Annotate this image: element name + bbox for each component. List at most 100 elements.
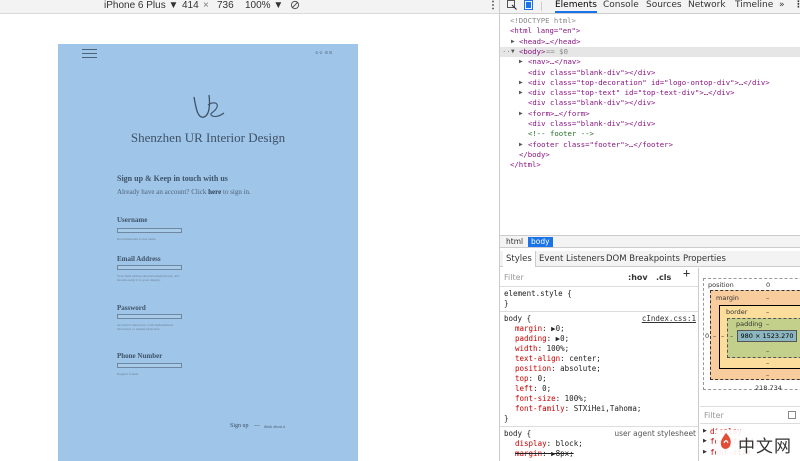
border-left-value[interactable]: –: [721, 332, 724, 340]
dom-node[interactable]: </body>: [500, 150, 800, 160]
style-property[interactable]: padding: ▶0;: [515, 334, 569, 344]
inspect-element-icon[interactable]: [507, 0, 517, 13]
style-property[interactable]: top: 0;: [515, 374, 547, 384]
expand-triangle-icon[interactable]: ▶: [519, 109, 523, 119]
dom-node[interactable]: ▶ <nav>…</nav>: [500, 57, 800, 67]
margin-value[interactable]: –: [766, 294, 769, 302]
dom-node[interactable]: <div class="blank-div"></div>: [500, 119, 800, 129]
style-property[interactable]: text-align: center;: [515, 354, 601, 364]
style-property[interactable]: margin: ▶0;: [515, 324, 565, 334]
device-select[interactable]: iPhone 6 Plus ▼: [104, 0, 178, 11]
box-model-content[interactable]: 980 × 1523.270: [737, 330, 797, 342]
rotate-icon[interactable]: [290, 0, 300, 13]
show-all-checkbox[interactable]: [788, 411, 796, 419]
signup-button[interactable]: Sign up: [230, 423, 249, 429]
dom-node[interactable]: ▶ <form>…</form>: [500, 109, 800, 119]
style-property-overridden[interactable]: margin: ▶8px;: [515, 449, 574, 459]
dom-node[interactable]: ▶ <head>…</head>: [500, 37, 800, 47]
box-model-bottom-value: 218.734: [755, 384, 782, 392]
tab-sources[interactable]: Sources: [646, 0, 682, 13]
devtools-menu-icon[interactable]: ⋮: [794, 0, 800, 13]
padding-label: padding: [736, 320, 763, 328]
phone-hint: Regular format.: [117, 372, 140, 376]
signup-heading: Sign up & Keep in touch with us: [117, 174, 228, 183]
subtab-properties[interactable]: Properties: [683, 254, 726, 264]
expand-triangle-icon[interactable]: ▶: [519, 57, 523, 67]
class-toggle[interactable]: .cls: [656, 273, 671, 283]
expand-triangle-icon[interactable]: ▶: [703, 428, 707, 434]
element-style-close: }: [504, 299, 509, 308]
viewport-width[interactable]: 414: [182, 0, 199, 11]
margin-left-value[interactable]: –: [713, 332, 716, 340]
expand-triangle-icon[interactable]: ▶: [703, 449, 707, 455]
element-style-selector[interactable]: element.style {: [504, 289, 572, 299]
padding-value[interactable]: –: [766, 320, 769, 328]
style-property[interactable]: font-family: STXiHei,Tahoma;: [515, 404, 641, 414]
more-options-icon[interactable]: ⋮: [488, 0, 498, 11]
dom-node-selected[interactable]: ··· ▼ <body> == $0: [500, 46, 800, 58]
viewport-height[interactable]: 736: [217, 0, 234, 11]
dom-node[interactable]: ▶ <div class="top-decoration" id="logo-on…: [500, 78, 800, 88]
tab-timeline[interactable]: Timeline: [735, 0, 773, 13]
zoom-select[interactable]: 100% ▼: [245, 0, 283, 11]
device-toolbar: iPhone 6 Plus ▼ 414 × 736 100% ▼ ⋮: [0, 0, 499, 14]
dom-node[interactable]: <!-- footer -->: [500, 129, 800, 139]
padding-bottom-value[interactable]: –: [766, 347, 769, 355]
add-rule-icon[interactable]: +: [683, 268, 690, 279]
expand-triangle-icon[interactable]: ▶: [703, 438, 707, 444]
phone-input[interactable]: [117, 363, 182, 368]
styles-filter-row: Filter :hov .cls +: [500, 268, 698, 287]
position-value[interactable]: 0: [766, 281, 770, 289]
password-input[interactable]: [117, 314, 182, 319]
style-property[interactable]: width: 100%;: [515, 344, 569, 354]
signin-here-link[interactable]: here: [208, 188, 221, 196]
username-hint: Recommended to use name.: [117, 237, 157, 241]
nav-corner-text[interactable]: ♔♔ ☰☰: [315, 50, 333, 55]
subtab-dom-breakpoints[interactable]: DOM Breakpoints: [606, 254, 680, 264]
style-property[interactable]: left: 0;: [515, 384, 551, 394]
subtab-event-listeners[interactable]: Event Listeners: [539, 254, 605, 264]
expand-triangle-icon[interactable]: ▶: [519, 88, 523, 98]
expand-triangle-icon[interactable]: ▶: [511, 37, 515, 47]
hover-state-toggle[interactable]: :hov: [628, 273, 648, 283]
dom-node[interactable]: <div class="blank-div"></div>: [500, 98, 800, 108]
dom-node[interactable]: <div class="blank-div"></div>: [500, 68, 800, 78]
border-value[interactable]: –: [766, 308, 769, 316]
rule-selector[interactable]: body {: [504, 429, 531, 439]
dom-node[interactable]: <!DOCTYPE html>: [500, 16, 800, 26]
dom-node[interactable]: <html lang="en">: [500, 26, 800, 36]
expand-triangle-icon[interactable]: ▶: [519, 140, 523, 150]
tab-console[interactable]: Console: [603, 0, 639, 13]
tab-network[interactable]: Network: [688, 0, 726, 13]
dom-node[interactable]: ▶ <div class="top-text" id="top-text-div"…: [500, 88, 800, 98]
site-title: Shenzhen UR Interior Design: [130, 130, 286, 145]
position-left-value[interactable]: 0: [705, 332, 709, 340]
padding-left-value[interactable]: –: [730, 332, 733, 340]
tab-elements[interactable]: Elements: [555, 0, 597, 13]
device-toolbar-icon[interactable]: [524, 0, 534, 13]
email-input[interactable]: [117, 265, 182, 270]
user-agent-stylesheet-label: user agent stylesheet: [614, 429, 696, 438]
breadcrumb-body[interactable]: body: [528, 237, 553, 247]
breadcrumb-html[interactable]: html: [503, 237, 526, 247]
think-about-it-link[interactable]: think about it: [264, 424, 285, 429]
style-property[interactable]: font-size: 100%;: [515, 394, 587, 404]
dom-node[interactable]: </html>: [500, 160, 800, 170]
subtab-styles[interactable]: Styles: [503, 251, 536, 267]
style-property[interactable]: position: absolute;: [515, 364, 601, 374]
dom-node[interactable]: ▶ <footer class="footer">…</footer>: [500, 140, 800, 150]
collapse-triangle-icon[interactable]: ▼: [511, 47, 515, 57]
margin-bottom-value[interactable]: –: [766, 371, 769, 379]
expand-triangle-icon[interactable]: ▶: [519, 78, 523, 88]
computed-filter-input[interactable]: Filter: [704, 411, 724, 420]
username-input[interactable]: [117, 228, 182, 233]
rule-selector[interactable]: body {: [504, 314, 531, 324]
more-tabs-icon[interactable]: »: [779, 0, 785, 13]
style-property[interactable]: display: block;: [515, 439, 583, 449]
signin-prompt: Already have an account? Click here to s…: [117, 188, 251, 196]
hamburger-menu-icon[interactable]: [82, 49, 97, 61]
rule-source-link[interactable]: cIndex.css:1: [642, 314, 696, 324]
border-bottom-value[interactable]: –: [766, 359, 769, 367]
tab-divider: [541, 2, 542, 11]
styles-filter-input[interactable]: Filter: [504, 273, 524, 283]
